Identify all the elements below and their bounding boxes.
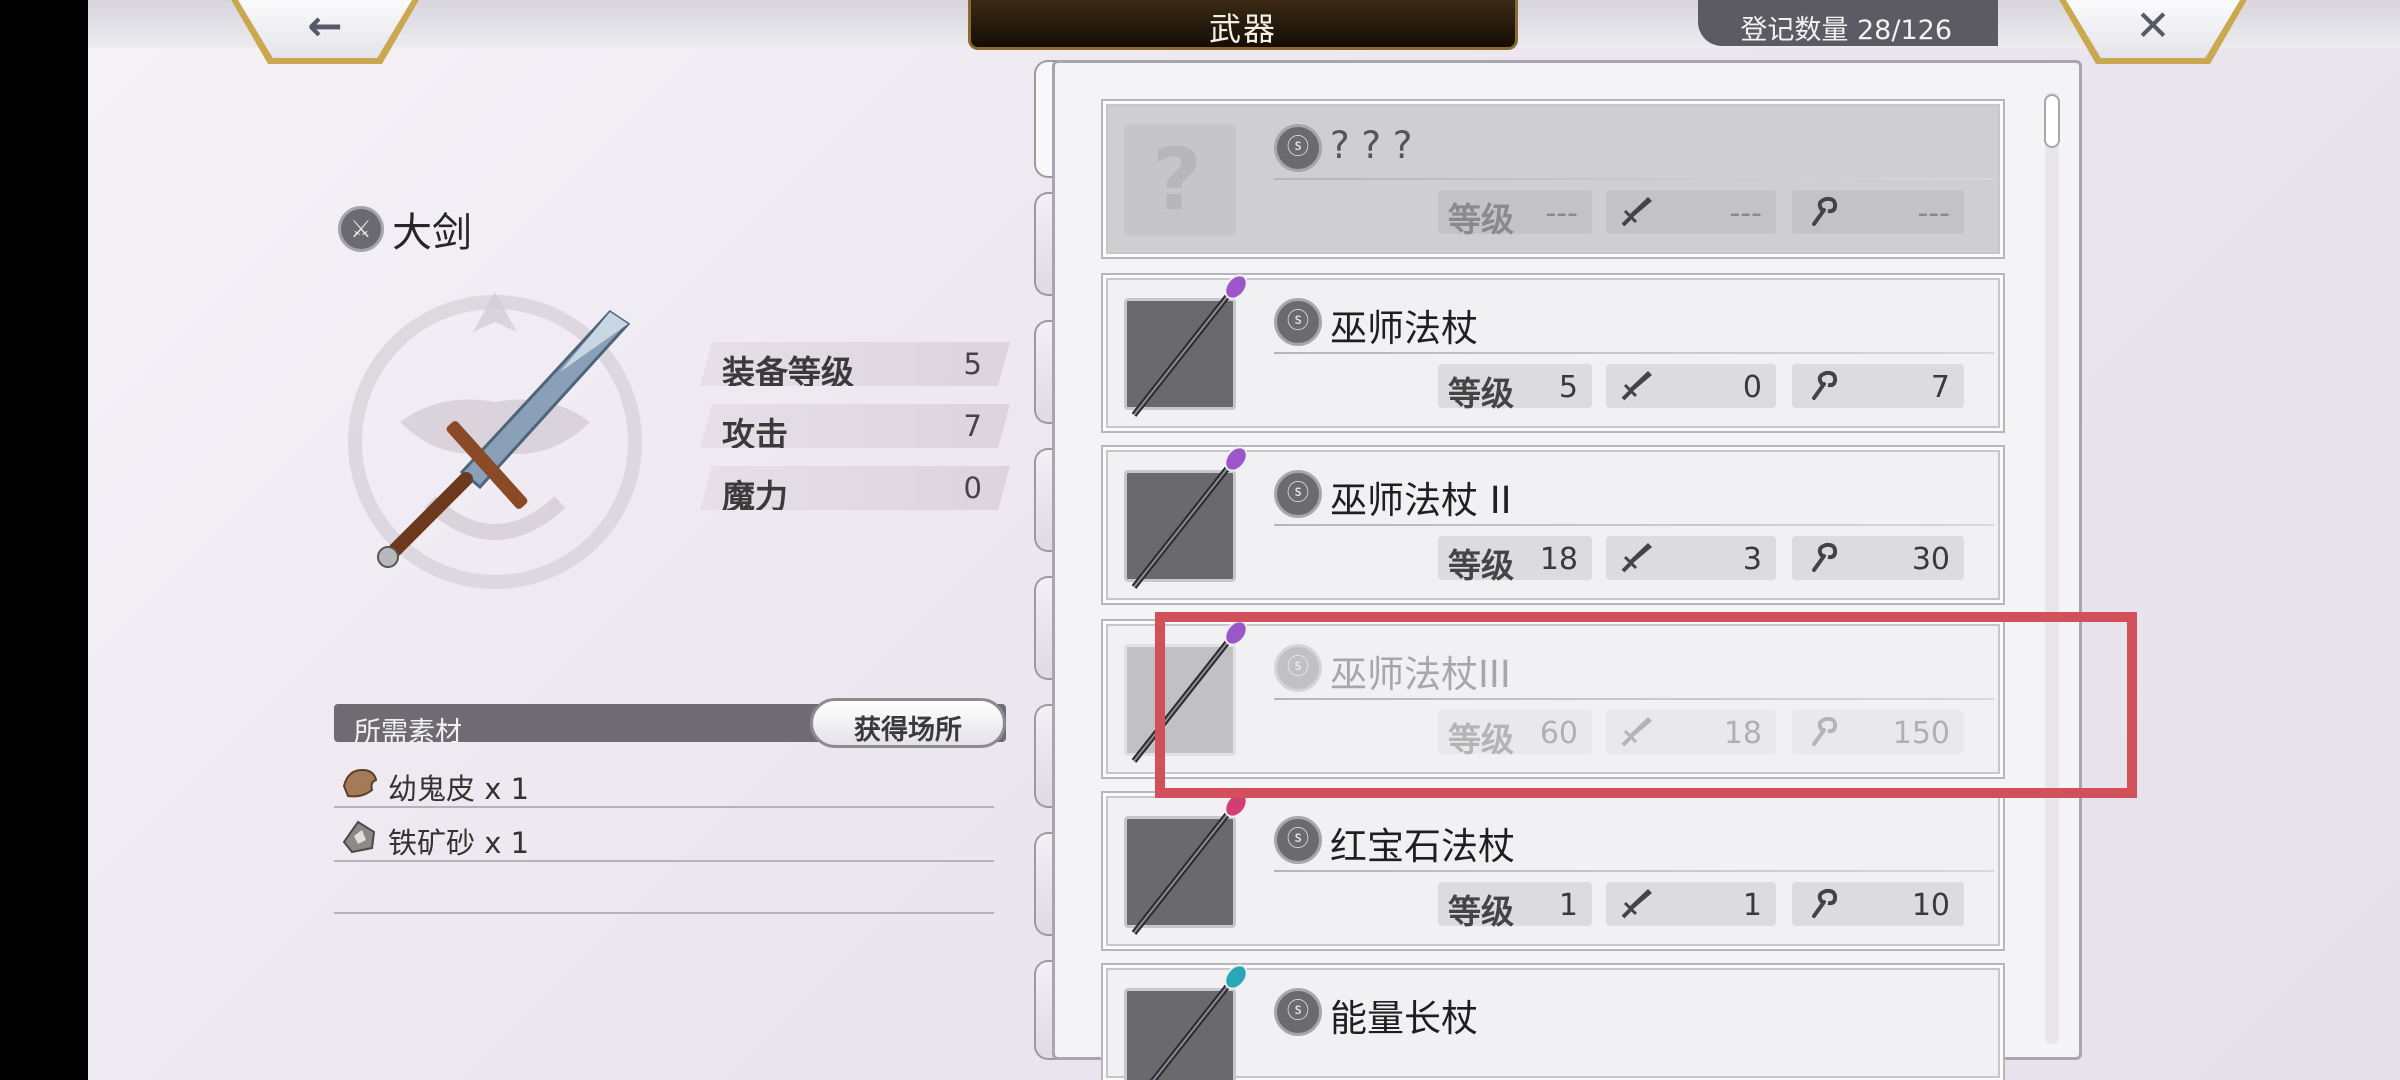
- magic-pill: 7: [1792, 364, 1964, 408]
- greatsword-image: [348, 292, 642, 589]
- staff-type-icon: ⓢ: [1274, 124, 1322, 172]
- level-pill: 等级 18: [1438, 536, 1592, 585]
- close-icon: ✕: [2135, 1, 2171, 50]
- magic-icon: [1812, 542, 1838, 572]
- sword-type-icon: ⚔: [338, 206, 384, 252]
- weapon-list-item[interactable]: ⓢ 巫师法杖等级 5 0 7: [1106, 274, 2000, 428]
- divider: [1274, 524, 1994, 526]
- weapon-list-item[interactable]: ⓢ? ? ? 等级 --- --- ---?: [1106, 104, 2000, 254]
- magic-icon: [1812, 370, 1838, 400]
- stat-magic: 魔力 0: [700, 466, 1010, 510]
- stat-attack: 攻击 7: [700, 404, 1010, 448]
- registration-count-badge: 登记数量 28/126: [1698, 0, 1998, 46]
- attack-value: 0: [1742, 370, 1762, 405]
- weapon-list-item[interactable]: ⓢ 巫师法杖 II 等级 18 3 30: [1106, 446, 2000, 600]
- level-pill: 等级 5: [1438, 364, 1592, 413]
- level-label: 等级: [1448, 200, 1514, 239]
- level-pill: 等级 1: [1438, 882, 1592, 931]
- staff-type-icon: ⓢ: [1274, 816, 1322, 864]
- divider: [1274, 178, 1994, 180]
- page-title-bar: 武器: [968, 0, 1518, 50]
- level-label: 等级: [1448, 374, 1514, 413]
- back-button[interactable]: ←: [230, 0, 420, 64]
- attack-value: ---: [1729, 196, 1762, 231]
- attack-icon: [1621, 197, 1652, 227]
- attack-icon: [1621, 371, 1652, 401]
- staff-weapon-image: [1131, 792, 1248, 935]
- stat-value: 0: [963, 471, 982, 505]
- attack-value: 3: [1742, 542, 1762, 577]
- attack-pill: 3: [1606, 536, 1776, 580]
- attack-pill: 1: [1606, 882, 1776, 926]
- weapon-list-name: 巫师法杖 II: [1330, 479, 1512, 522]
- level-pill: 等级 ---: [1438, 190, 1592, 239]
- magic-value: 30: [1911, 542, 1950, 577]
- staff-type-icon: ⓢ: [1274, 298, 1322, 346]
- get-location-label: 获得场所: [854, 715, 962, 746]
- selection-highlight: [1155, 612, 2137, 798]
- back-arrow-icon: ←: [307, 1, 343, 50]
- materials-label: 所需素材: [354, 717, 462, 748]
- get-location-button[interactable]: 获得场所: [810, 698, 1006, 748]
- staff-weapon-image: [1131, 446, 1248, 589]
- staff-type-icon: ⓢ: [1274, 470, 1322, 518]
- magic-value: ---: [1917, 196, 1950, 231]
- weapon-list-name: ? ? ?: [1330, 124, 1413, 167]
- magic-icon: [1812, 196, 1838, 226]
- level-label: 等级: [1448, 546, 1514, 585]
- page-title: 武器: [1208, 10, 1277, 48]
- hide-icon: [342, 768, 378, 798]
- attack-icon: [1621, 889, 1652, 919]
- material-item: 铁矿砂 x 1: [334, 810, 994, 862]
- staff-weapon-image: [1149, 964, 1248, 1080]
- divider: [1274, 870, 1994, 872]
- weapon-title: ⚔ 大剑: [338, 200, 472, 258]
- level-value: ---: [1545, 196, 1578, 231]
- level-value: 5: [1558, 370, 1578, 405]
- unknown-item-icon: ?: [1152, 130, 1202, 230]
- weapon-name: 大剑: [392, 210, 472, 256]
- stat-label: 装备等级: [722, 353, 854, 392]
- material-item: 幼鬼皮 x 1: [334, 756, 994, 808]
- weapon-list-name: 红宝石法杖: [1330, 825, 1515, 868]
- stat-value: 7: [963, 409, 982, 443]
- stat-value: 5: [963, 347, 982, 381]
- list-scrollbar-thumb[interactable]: [2044, 94, 2060, 148]
- weapon-list-item[interactable]: ⓢ 能量长杖: [1106, 964, 2000, 1080]
- weapon-list-item[interactable]: ⓢ 红宝石法杖等级 1 1 10: [1106, 792, 2000, 946]
- magic-pill: ---: [1792, 190, 1964, 234]
- magic-pill: 30: [1792, 536, 1964, 580]
- staff-type-icon: ⓢ: [1274, 988, 1322, 1036]
- weapon-list-name: 巫师法杖: [1330, 307, 1478, 350]
- attack-value: 1: [1742, 888, 1762, 923]
- material-name: 幼鬼皮 x 1: [388, 772, 530, 806]
- staff-weapon-image: [1131, 274, 1248, 417]
- stat-label: 攻击: [722, 415, 788, 454]
- ore-icon: [342, 820, 376, 854]
- magic-value: 10: [1911, 888, 1950, 923]
- material-name: 铁矿砂 x 1: [388, 826, 530, 860]
- magic-icon: [1812, 888, 1838, 918]
- level-value: 1: [1558, 888, 1578, 923]
- attack-pill: ---: [1606, 190, 1776, 234]
- list-scrollbar[interactable]: [2045, 92, 2059, 1044]
- magic-value: 7: [1930, 370, 1950, 405]
- divider: [334, 912, 994, 914]
- attack-pill: 0: [1606, 364, 1776, 408]
- level-label: 等级: [1448, 892, 1514, 931]
- stat-equip-level: 装备等级 5: [700, 342, 1010, 386]
- attack-icon: [1621, 543, 1652, 573]
- close-button[interactable]: ✕: [2058, 0, 2248, 64]
- weapon-list-name: 能量长杖: [1330, 997, 1478, 1040]
- registration-count: 登记数量 28/126: [1740, 15, 1952, 46]
- magic-pill: 10: [1792, 882, 1964, 926]
- divider: [1274, 352, 1994, 354]
- level-value: 18: [1539, 542, 1578, 577]
- stat-label: 魔力: [722, 477, 788, 516]
